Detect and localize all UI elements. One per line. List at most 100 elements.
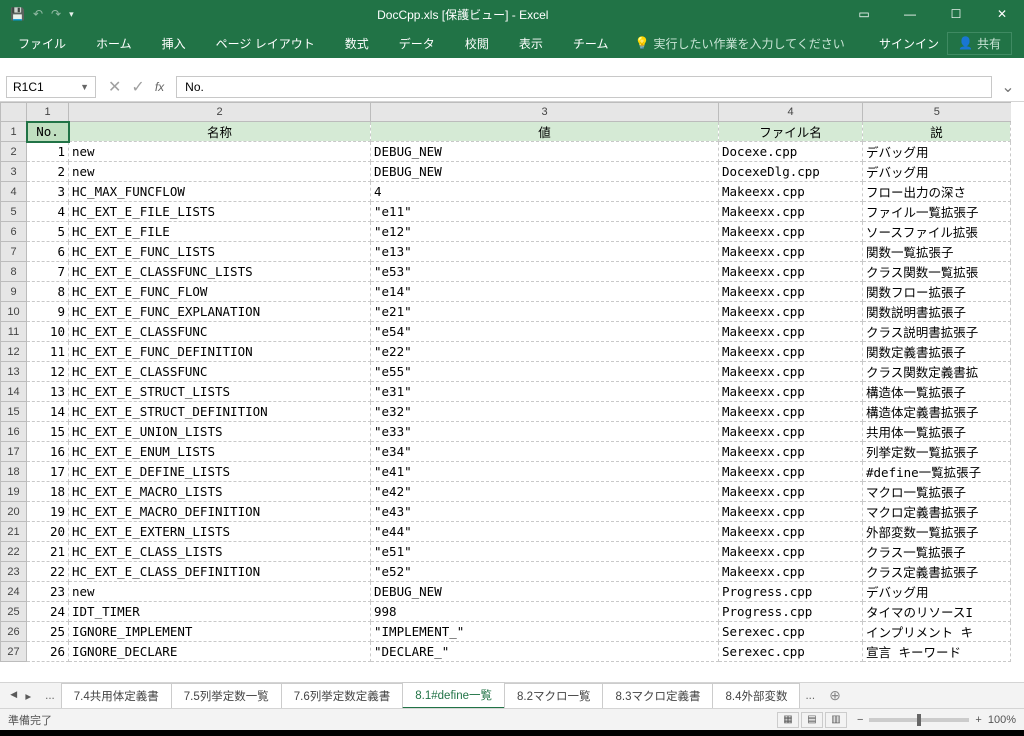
cell[interactable]: DEBUG_NEW [371, 142, 719, 162]
cell[interactable]: 関数フロー拡張子 [863, 282, 1011, 302]
tell-me-search[interactable]: 💡実行したい作業を入力してください [624, 29, 854, 58]
cell[interactable]: 13 [27, 382, 69, 402]
cell[interactable]: HC_EXT_E_CLASSFUNC_LISTS [69, 262, 371, 282]
sheet-tab[interactable]: 8.2マクロ一覧 [504, 683, 604, 708]
add-sheet-icon[interactable]: ⊕ [821, 687, 849, 704]
row-header[interactable]: 20 [1, 502, 27, 522]
cell[interactable]: "e12" [371, 222, 719, 242]
zoom-level[interactable]: 100% [988, 714, 1016, 726]
cell[interactable]: "e32" [371, 402, 719, 422]
cell[interactable]: "e42" [371, 482, 719, 502]
cell[interactable]: 関数定義書拡張子 [863, 342, 1011, 362]
cell[interactable]: 15 [27, 422, 69, 442]
row-header[interactable]: 18 [1, 462, 27, 482]
cell[interactable]: ソースファイル拡張 [863, 222, 1011, 242]
zoom-in-icon[interactable]: + [975, 714, 981, 726]
cell[interactable]: 4 [27, 202, 69, 222]
tab-team[interactable]: チーム [559, 29, 623, 58]
cell[interactable]: Makeexx.cpp [719, 202, 863, 222]
cell[interactable]: 20 [27, 522, 69, 542]
cell[interactable]: 関数説明書拡張子 [863, 302, 1011, 322]
save-icon[interactable]: 💾 [10, 7, 25, 21]
cell[interactable]: HC_MAX_FUNCFLOW [69, 182, 371, 202]
cell[interactable]: Makeexx.cpp [719, 502, 863, 522]
cell[interactable]: Docexe.cpp [719, 142, 863, 162]
cell[interactable]: タイマのリソースI [863, 602, 1011, 622]
cell[interactable]: HC_EXT_E_STRUCT_LISTS [69, 382, 371, 402]
column-header[interactable]: 5 [863, 103, 1011, 122]
tab-formulas[interactable]: 数式 [331, 29, 383, 58]
cell[interactable]: "e51" [371, 542, 719, 562]
tab-view[interactable]: 表示 [505, 29, 557, 58]
cell[interactable]: HC_EXT_E_ENUM_LISTS [69, 442, 371, 462]
cell[interactable]: 8 [27, 282, 69, 302]
row-header[interactable]: 24 [1, 582, 27, 602]
cell[interactable]: デバッグ用 [863, 142, 1011, 162]
fx-icon[interactable]: fx [155, 80, 164, 94]
cell[interactable]: HC_EXT_E_CLASSFUNC [69, 322, 371, 342]
cell[interactable]: Makeexx.cpp [719, 182, 863, 202]
cell[interactable]: Serexec.cpp [719, 642, 863, 662]
cell[interactable]: Makeexx.cpp [719, 442, 863, 462]
cell[interactable]: 22 [27, 562, 69, 582]
row-header[interactable]: 27 [1, 642, 27, 662]
row-header[interactable]: 19 [1, 482, 27, 502]
ribbon-display-icon[interactable]: ▭ [842, 0, 886, 28]
cell[interactable]: HC_EXT_E_FUNC_LISTS [69, 242, 371, 262]
cell[interactable]: 3 [27, 182, 69, 202]
cell[interactable]: Makeexx.cpp [719, 342, 863, 362]
row-header[interactable]: 4 [1, 182, 27, 202]
cell[interactable]: "e55" [371, 362, 719, 382]
cell[interactable]: 2 [27, 162, 69, 182]
sheet-tab[interactable]: 7.6列挙定数定義書 [281, 683, 404, 708]
select-all-corner[interactable] [1, 103, 27, 122]
cell[interactable]: 14 [27, 402, 69, 422]
cell[interactable]: Makeexx.cpp [719, 522, 863, 542]
cell[interactable]: 6 [27, 242, 69, 262]
row-header[interactable]: 23 [1, 562, 27, 582]
cell[interactable]: 10 [27, 322, 69, 342]
cell[interactable]: インプリメント キ [863, 622, 1011, 642]
header-cell[interactable]: 名称 [69, 122, 371, 142]
cell[interactable]: 共用体一覧拡張子 [863, 422, 1011, 442]
spreadsheet-grid[interactable]: 123451No.名称値ファイル名説21newDEBUG_NEWDocexe.c… [0, 102, 1024, 682]
cell[interactable]: Progress.cpp [719, 602, 863, 622]
cell[interactable]: IGNORE_DECLARE [69, 642, 371, 662]
cell[interactable]: HC_EXT_E_CLASS_LISTS [69, 542, 371, 562]
cell[interactable]: 12 [27, 362, 69, 382]
cell[interactable]: "e31" [371, 382, 719, 402]
cell[interactable]: クラス説明書拡張子 [863, 322, 1011, 342]
cell[interactable]: HC_EXT_E_EXTERN_LISTS [69, 522, 371, 542]
cell[interactable]: 外部変数一覧拡張子 [863, 522, 1011, 542]
cell[interactable]: HC_EXT_E_STRUCT_DEFINITION [69, 402, 371, 422]
cell[interactable]: Progress.cpp [719, 582, 863, 602]
row-header[interactable]: 26 [1, 622, 27, 642]
row-header[interactable]: 17 [1, 442, 27, 462]
row-header[interactable]: 15 [1, 402, 27, 422]
cell[interactable]: "e21" [371, 302, 719, 322]
close-icon[interactable]: ✕ [980, 0, 1024, 28]
cancel-icon[interactable]: ✕ [108, 77, 121, 97]
cell[interactable]: デバッグ用 [863, 582, 1011, 602]
cell[interactable]: マクロ定義書拡張子 [863, 502, 1011, 522]
cell[interactable]: "e43" [371, 502, 719, 522]
column-header[interactable]: 4 [719, 103, 863, 122]
cell[interactable]: HC_EXT_E_FUNC_EXPLANATION [69, 302, 371, 322]
cell[interactable]: クラス一覧拡張子 [863, 542, 1011, 562]
cell[interactable]: 9 [27, 302, 69, 322]
cell[interactable]: HC_EXT_E_UNION_LISTS [69, 422, 371, 442]
cell[interactable]: HC_EXT_E_DEFINE_LISTS [69, 462, 371, 482]
column-header[interactable]: 1 [27, 103, 69, 122]
cell[interactable]: "e44" [371, 522, 719, 542]
cell[interactable]: クラス関数一覧拡張 [863, 262, 1011, 282]
cell[interactable]: 26 [27, 642, 69, 662]
undo-icon[interactable]: ↶ [33, 7, 43, 21]
sheet-tab-active[interactable]: 8.1#define一覧 [402, 682, 505, 709]
row-header[interactable]: 3 [1, 162, 27, 182]
view-normal-icon[interactable]: ▦ [777, 712, 799, 728]
cell[interactable]: "e14" [371, 282, 719, 302]
row-header[interactable]: 25 [1, 602, 27, 622]
column-header[interactable]: 2 [69, 103, 371, 122]
cell[interactable]: 構造体定義書拡張子 [863, 402, 1011, 422]
cell[interactable]: 7 [27, 262, 69, 282]
